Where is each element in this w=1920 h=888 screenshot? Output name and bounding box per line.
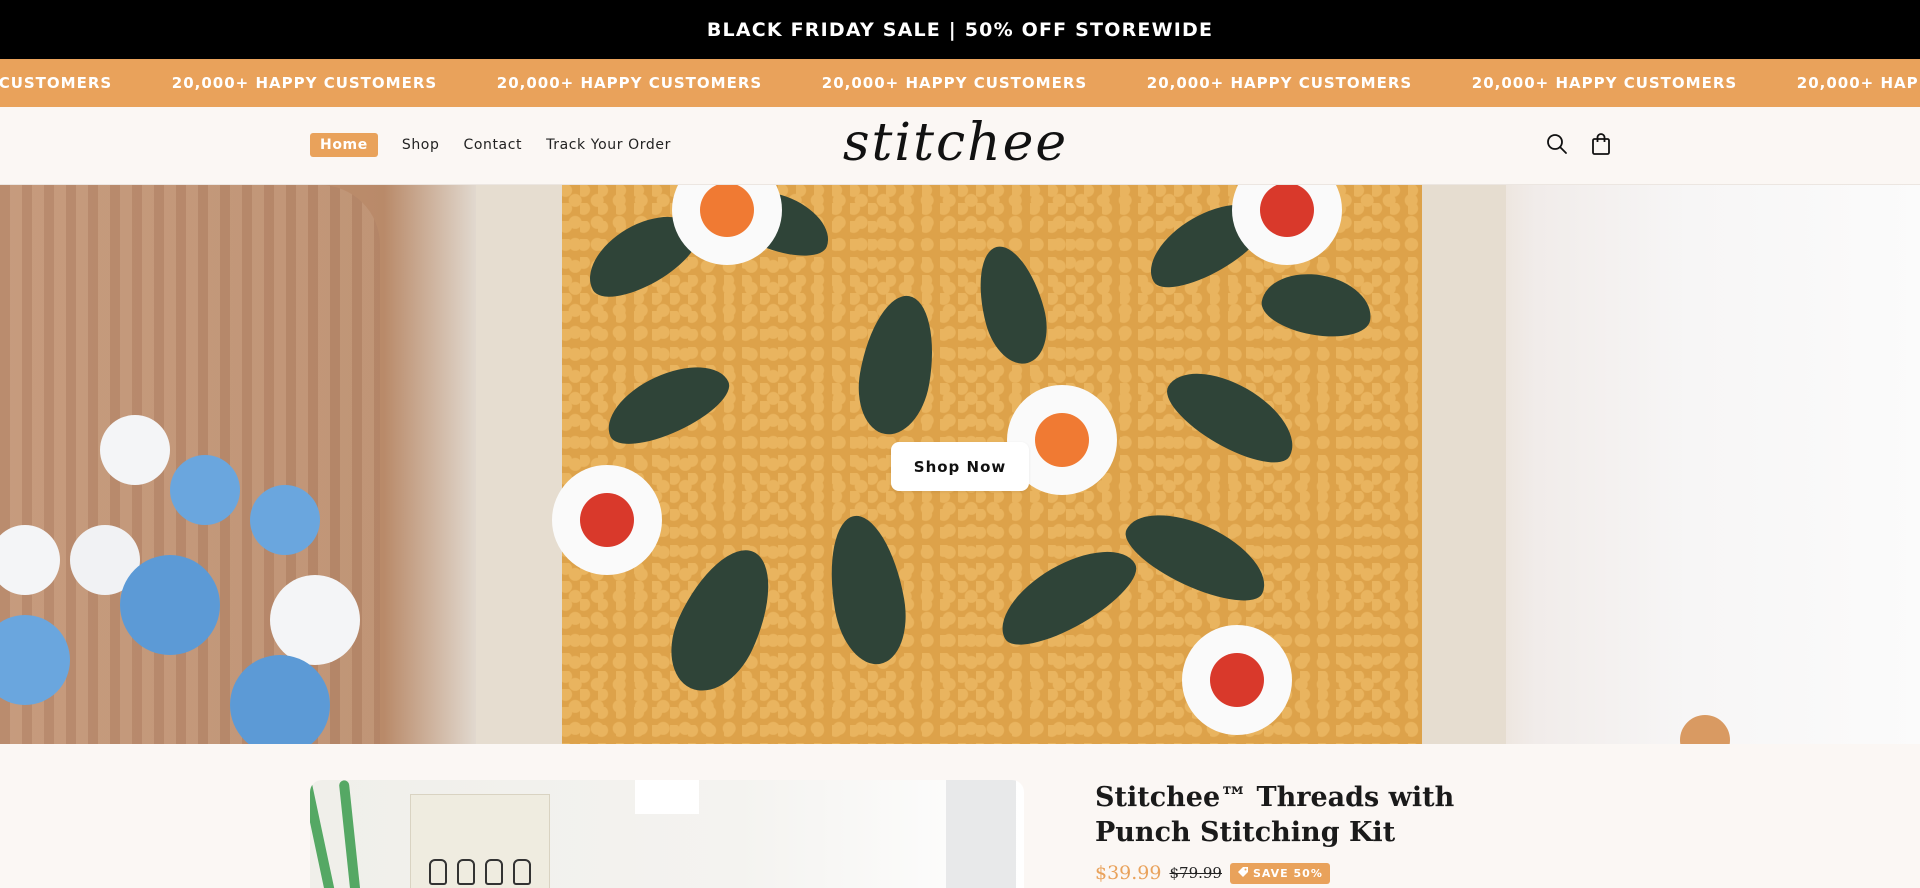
crochet-flower — [100, 415, 170, 485]
leaf-shape — [654, 535, 790, 705]
stem-decor — [310, 780, 341, 888]
nav-shop[interactable]: Shop — [402, 133, 440, 157]
compare-price: $79.99 — [1169, 864, 1222, 882]
flower-shape — [552, 465, 662, 575]
leaf-shape — [850, 289, 944, 441]
crochet-flower — [250, 485, 320, 555]
save-badge: SAVE 50% — [1229, 862, 1330, 884]
marquee-item: 20,000+ HAPPY CUSTOMERS — [821, 74, 1088, 92]
nav-contact[interactable]: Contact — [463, 133, 522, 157]
marquee-track: 20,000+ HAPPY CUSTOMERS 20,000+ HAPPY CU… — [0, 59, 1920, 107]
vase-sketch — [410, 794, 550, 888]
hero-banner: Shop Now — [0, 185, 1920, 744]
crochet-flower — [120, 555, 220, 655]
site-header: Home Shop Contact Track Your Order stitc… — [0, 107, 1920, 185]
featured-product: Stitchee™ Threads with Punch Stitching K… — [0, 744, 1920, 888]
vase-shape — [513, 859, 531, 885]
leaf-shape — [1155, 354, 1309, 478]
marquee-item: 20,000+ HAPPY CUSTOMERS — [1796, 74, 1920, 92]
crochet-flower — [270, 575, 360, 665]
vase-shape — [457, 859, 475, 885]
marquee-item: 20,000+ HAPPY CUSTOMERS — [1146, 74, 1413, 92]
marquee-bar: 20,000+ HAPPY CUSTOMERS 20,000+ HAPPY CU… — [0, 59, 1920, 107]
flower-shape — [1232, 185, 1342, 265]
shop-now-button[interactable]: Shop Now — [891, 442, 1029, 491]
announcement-bar: BLACK FRIDAY SALE | 50% OFF STOREWIDE — [0, 0, 1920, 59]
leaf-shape — [1115, 496, 1279, 616]
paper-decor — [635, 780, 699, 814]
crochet-flower — [230, 655, 330, 744]
marquee-item: 20,000+ HAPPY CUSTOMERS — [171, 74, 438, 92]
marquee-item: 20,000+ HAPPY CUSTOMERS — [0, 74, 113, 92]
product-title: Stitchee™ Threads with Punch Stitching K… — [1095, 782, 1455, 848]
price-row: $39.99 $79.99 SAVE 50% — [1095, 862, 1555, 884]
search-icon[interactable] — [1546, 132, 1568, 156]
main-nav: Home Shop Contact Track Your Order — [310, 133, 695, 157]
sale-price: $39.99 — [1095, 862, 1162, 884]
product-image[interactable] — [310, 780, 1024, 888]
leaf-shape — [967, 239, 1057, 371]
vase-shape — [485, 859, 503, 885]
site-logo[interactable]: stitchee — [843, 113, 1068, 173]
save-badge-label: SAVE 50% — [1252, 866, 1323, 880]
wooden-knob — [1680, 715, 1730, 744]
leaf-shape — [595, 350, 739, 458]
vase-shape — [429, 859, 447, 885]
announcement-text: BLACK FRIDAY SALE | 50% OFF STOREWIDE — [706, 18, 1214, 41]
nav-track-order[interactable]: Track Your Order — [546, 133, 671, 157]
stem-decor — [338, 780, 364, 888]
tag-icon — [1237, 866, 1249, 881]
paper-decor — [946, 780, 1016, 888]
flower-shape — [1182, 625, 1292, 735]
header-icons — [1546, 132, 1612, 156]
marquee-item: 20,000+ HAPPY CUSTOMERS — [496, 74, 763, 92]
leaf-shape — [986, 531, 1148, 661]
crochet-flower — [170, 455, 240, 525]
leaf-shape — [819, 510, 915, 670]
product-info: Stitchee™ Threads with Punch Stitching K… — [1095, 780, 1555, 884]
cart-icon[interactable] — [1590, 132, 1612, 156]
leaf-shape — [1257, 265, 1377, 345]
marquee-item: 20,000+ HAPPY CUSTOMERS — [1471, 74, 1738, 92]
nav-home[interactable]: Home — [310, 133, 378, 157]
